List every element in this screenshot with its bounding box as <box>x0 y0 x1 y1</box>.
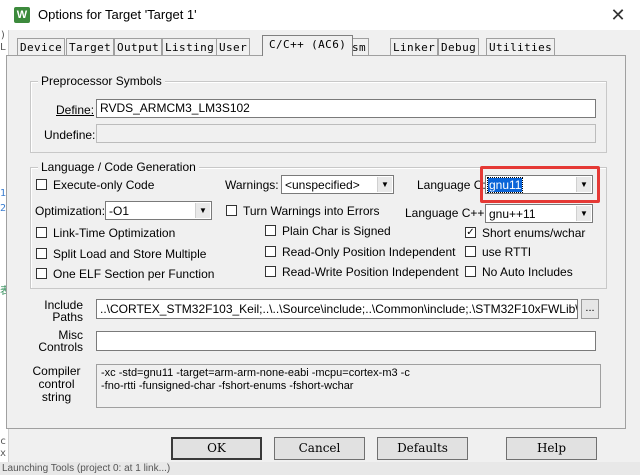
readwrite-pi-checkbox[interactable] <box>265 266 276 277</box>
link-time-label: Link-Time Optimization <box>53 226 176 240</box>
no-auto-includes-label: No Auto Includes <box>482 265 573 279</box>
short-enums-label: Short enums/wchar <box>482 226 586 240</box>
tab-target[interactable]: Target <box>66 38 115 55</box>
misc-controls-label: Misc Controls <box>30 329 83 353</box>
one-elf-label: One ELF Section per Function <box>53 267 215 281</box>
readwrite-pi-label: Read-Write Position Independent <box>282 265 459 279</box>
compiler-string-label: Compiler control string <box>30 365 83 404</box>
tab-output[interactable]: Output <box>114 38 163 55</box>
help-button[interactable]: Help <box>506 437 597 460</box>
define-label: Define: <box>56 103 94 117</box>
compiler-string-line1: -xc -std=gnu11 -target=arm-arm-none-eabi… <box>101 367 410 379</box>
ok-button[interactable]: OK <box>171 437 262 460</box>
window-title: Options for Target 'Target 1' <box>38 7 197 22</box>
chevron-down-icon: ▼ <box>195 203 210 218</box>
turn-warnings-errors-label: Turn Warnings into Errors <box>243 204 380 218</box>
strip-char: ) <box>0 30 7 41</box>
language-c-select[interactable]: gnu11 ▼ <box>485 175 593 194</box>
warnings-select[interactable]: <unspecified> ▼ <box>281 175 394 194</box>
strip-char: L <box>0 42 7 53</box>
preprocessor-group-title: Preprocessor Symbols <box>38 74 165 88</box>
execute-only-checkbox[interactable] <box>36 179 47 190</box>
one-elf-checkbox[interactable] <box>36 268 47 279</box>
tab-listing[interactable]: Listing <box>162 38 218 55</box>
undefine-label: Undefine: <box>44 128 96 142</box>
tab-utilities[interactable]: Utilities <box>486 38 556 55</box>
cancel-button[interactable]: Cancel <box>274 437 365 460</box>
chevron-down-icon: ▼ <box>576 206 591 221</box>
compiler-control-string[interactable]: -xc -std=gnu11 -target=arm-arm-none-eabi… <box>96 364 601 408</box>
warnings-label: Warnings: <box>225 178 279 192</box>
warnings-value: <unspecified> <box>285 178 360 192</box>
use-rtti-checkbox[interactable] <box>465 246 476 257</box>
chevron-down-icon: ▼ <box>576 177 591 192</box>
short-enums-checkbox[interactable]: ✓ <box>465 227 476 238</box>
tab-linker[interactable]: Linker <box>390 38 439 55</box>
turn-warnings-errors-checkbox[interactable] <box>226 205 237 216</box>
language-cpp-label: Language C++: <box>405 206 488 220</box>
execute-only-label: Execute-only Code <box>53 178 155 192</box>
language-c-value-wrap: gnu11 <box>486 177 524 193</box>
compiler-string-line2: -fno-rtti -funsigned-char -fshort-enums … <box>101 380 354 392</box>
language-cpp-value: gnu++11 <box>489 207 536 221</box>
optimization-value: -O1 <box>109 204 130 218</box>
misc-label-line2: Controls <box>38 340 83 354</box>
split-load-checkbox[interactable] <box>36 248 47 259</box>
define-label-text: Define: <box>56 103 95 117</box>
use-rtti-label: use RTTI <box>482 245 532 259</box>
undefine-input[interactable] <box>96 124 596 143</box>
close-icon[interactable]: ✕ <box>604 4 632 26</box>
readonly-pi-label: Read-Only Position Independent <box>282 245 456 259</box>
misc-controls-input[interactable] <box>96 331 596 351</box>
language-c-label: Language C: <box>417 178 486 192</box>
split-load-label: Split Load and Store Multiple <box>53 247 207 261</box>
include-label-line2: Paths <box>52 310 83 324</box>
tab-debug[interactable]: Debug <box>438 38 480 55</box>
define-input[interactable]: RVDS_ARMCM3_LM3S102 <box>96 99 596 118</box>
language-cpp-select[interactable]: gnu++11 ▼ <box>485 204 593 223</box>
app-icon: W <box>14 7 30 23</box>
no-auto-includes-checkbox[interactable] <box>465 266 476 277</box>
plain-char-checkbox[interactable] <box>265 225 276 236</box>
readonly-pi-checkbox[interactable] <box>265 246 276 257</box>
title-bar: W Options for Target 'Target 1' ✕ <box>0 0 640 30</box>
include-paths-input[interactable]: ..\CORTEX_STM32F103_Keil;..\..\Source\in… <box>96 299 578 319</box>
tab-user[interactable]: User <box>216 38 251 55</box>
browse-include-button[interactable]: ... <box>581 299 599 319</box>
language-c-value: gnu11 <box>486 177 524 193</box>
chevron-down-icon: ▼ <box>377 177 392 192</box>
include-paths-label: Include Paths <box>30 299 83 323</box>
status-bar: Launching Tools (project 0: at 1 link...… <box>0 462 640 475</box>
strip-char: x <box>0 448 7 459</box>
link-time-checkbox[interactable] <box>36 227 47 238</box>
plain-char-label: Plain Char is Signed <box>282 224 391 238</box>
tab-cpp-ac6[interactable]: C/C++ (AC6) <box>262 35 354 56</box>
language-group-title: Language / Code Generation <box>38 160 199 174</box>
strip-char: c <box>0 436 7 447</box>
optimization-select[interactable]: -O1 ▼ <box>105 201 212 220</box>
optimization-label: Optimization: <box>35 204 106 218</box>
tab-device[interactable]: Device <box>17 38 66 55</box>
defaults-button[interactable]: Defaults <box>377 437 468 460</box>
compiler-label-line3: string <box>41 390 72 404</box>
